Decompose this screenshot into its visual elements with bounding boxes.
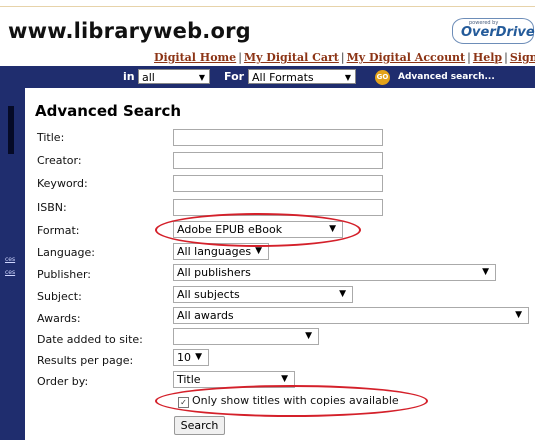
format-filter-value: All Formats [252,71,314,84]
nav-separator: | [340,51,345,64]
creator-label: Creator: [37,154,82,167]
site-title: www.libraryweb.org [8,19,251,43]
logo-brand-text: OverDrive [461,25,535,40]
language-value: All languages [177,245,252,258]
nav-separator: | [238,51,242,64]
availability-highlight-circle [155,385,428,417]
subject-label: Subject: [37,290,82,303]
results-per-page-value: 10 [177,351,191,364]
for-label: For [224,70,245,83]
left-sidebar: ces ces [0,88,25,440]
nav-separator: | [504,51,508,64]
go-icon[interactable]: GO [375,70,390,85]
chevron-down-icon: ▼ [482,267,489,277]
format-label: Format: [37,224,80,237]
publisher-select[interactable]: All publishers ▼ [173,264,496,281]
results-per-page-select[interactable]: 10 ▼ [173,349,209,366]
nav-help[interactable]: Help [473,51,502,64]
advanced-search-link[interactable]: Advanced search... [398,72,495,82]
date-added-label: Date added to site: [37,333,143,346]
page-title: Advanced Search [35,102,182,120]
chevron-down-icon: ▼ [195,352,202,362]
language-label: Language: [37,246,95,259]
sidebar-link[interactable]: ces [5,269,15,276]
chevron-down-icon: ▼ [344,73,351,82]
scope-select[interactable]: all ▼ [138,69,210,84]
title-input[interactable] [173,129,383,146]
sidebar-link[interactable]: ces [5,256,15,263]
overdrive-logo[interactable]: powered by OverDrive [452,18,535,44]
creator-input[interactable] [173,152,383,169]
awards-value: All awards [177,309,234,322]
isbn-label: ISBN: [37,201,67,214]
top-divider [0,6,535,7]
nav-my-digital-cart[interactable]: My Digital Cart [244,51,339,64]
chevron-down-icon: ▼ [198,73,205,82]
top-nav: Digital Home | My Digital Cart | My Digital … [154,51,535,64]
keyword-label: Keyword: [37,177,88,190]
awards-label: Awards: [37,312,81,325]
nav-sign-in[interactable]: Sign In [510,51,535,64]
chevron-down-icon: ▼ [515,310,522,320]
publisher-value: All publishers [177,266,251,279]
chevron-down-icon: ▼ [305,331,312,341]
search-button[interactable]: Search [174,416,225,435]
format-highlight-circle [155,213,361,247]
order-by-value: Title [177,373,201,386]
subject-select[interactable]: All subjects ▼ [173,286,353,303]
publisher-label: Publisher: [37,268,92,281]
subject-value: All subjects [177,288,240,301]
format-filter-select[interactable]: All Formats ▼ [248,69,356,84]
chevron-down-icon: ▼ [339,289,346,299]
nav-separator: | [467,51,471,64]
nav-my-digital-account[interactable]: My Digital Account [347,51,466,64]
nav-digital-home[interactable]: Digital Home [154,51,236,64]
results-per-page-label: Results per page: [37,354,134,367]
date-added-select[interactable]: ▼ [173,328,319,345]
sidebar-block [8,106,14,154]
scope-select-value: all [142,71,155,84]
in-label: in [123,70,135,83]
keyword-input[interactable] [173,175,383,192]
awards-select[interactable]: All awards ▼ [173,307,529,324]
order-by-label: Order by: [37,375,89,388]
title-label: Title: [37,131,65,144]
